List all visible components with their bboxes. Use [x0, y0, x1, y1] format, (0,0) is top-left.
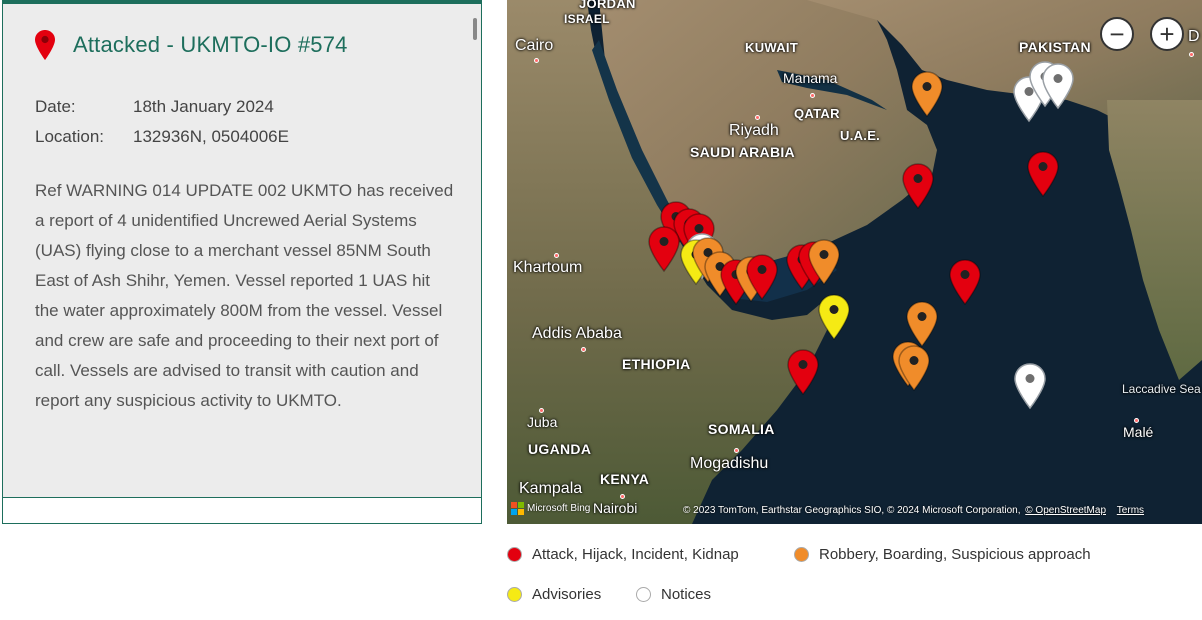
city-dot-addis-ababa — [581, 347, 586, 352]
incident-meta: Date: 18th January 2024 Location: 132936… — [35, 92, 289, 152]
legend-advisories-swatch — [507, 587, 522, 602]
city-dot-mogadishu — [734, 448, 739, 453]
location-label: Location: — [35, 127, 104, 146]
incident-card: Attacked - UKMTO-IO #574 Date: 18th Janu… — [2, 0, 482, 524]
city-dot-juba — [539, 408, 544, 413]
incident-marker-robbery[interactable] — [910, 70, 944, 118]
legend-attack-swatch — [507, 547, 522, 562]
label-somalia: SOMALIA — [708, 421, 775, 437]
label-addis-ababa: Addis Ababa — [532, 325, 622, 342]
location-pin-icon — [35, 30, 55, 60]
legend-advisories-label: Advisories — [532, 586, 602, 603]
label-riyadh: Riyadh — [729, 122, 779, 139]
attribution-text: © 2023 TomTom, Earthstar Geographics SIO… — [683, 505, 1021, 516]
microsoft-logo-icon — [511, 502, 524, 515]
incident-marker-attack[interactable] — [948, 258, 982, 306]
legend-attack[interactable]: Attack, Hijack, Incident, Kidnap — [507, 546, 739, 563]
city-dot-manama — [810, 93, 815, 98]
city-dot-khartoum — [554, 253, 559, 258]
label-juba: Juba — [527, 414, 558, 430]
label-jordan: JORDAN — [579, 0, 636, 11]
incident-marker-attack[interactable] — [745, 253, 779, 301]
scrollbar-thumb[interactable] — [473, 18, 477, 40]
zoom-out-button[interactable]: − — [1100, 17, 1134, 51]
legend-robbery-label: Robbery, Boarding, Suspicious approach — [819, 546, 1091, 563]
label-pakistan: PAKISTAN — [1019, 39, 1091, 55]
date-label: Date: — [35, 97, 76, 116]
bing-label: Microsoft Bing — [527, 503, 591, 514]
date-row: Date: 18th January 2024 — [35, 92, 289, 122]
legend-notices-label: Notices — [661, 586, 712, 603]
city-dot-riyadh — [755, 115, 760, 120]
label-kuwait: KUWAIT — [745, 40, 799, 55]
label-ethiopia: ETHIOPIA — [622, 356, 691, 372]
label-mogadishu: Mogadishu — [690, 455, 769, 472]
label-uganda: UGANDA — [528, 441, 592, 457]
incident-marker-robbery[interactable] — [897, 344, 931, 392]
label-manama: Manama — [783, 70, 838, 86]
city-dot-edge — [1189, 52, 1194, 57]
label-edge-d: D — [1188, 28, 1200, 45]
label-uae: U.A.E. — [840, 128, 881, 143]
card-header: Attacked - UKMTO-IO #574 — [35, 30, 348, 60]
incident-marker-notice[interactable] — [1013, 362, 1047, 410]
location-row: Location: 132936N, 0504006E — [35, 122, 289, 152]
label-cairo: Cairo — [515, 37, 554, 54]
location-value: 132936N, 0504006E — [133, 127, 289, 146]
label-male: Malé — [1123, 424, 1154, 440]
label-nairobi: Nairobi — [593, 500, 638, 516]
legend-attack-label: Attack, Hijack, Incident, Kidnap — [532, 546, 739, 563]
city-dot-nairobi — [620, 494, 625, 499]
city-dot-cairo — [534, 58, 539, 63]
date-value: 18th January 2024 — [133, 97, 274, 116]
map-base — [507, 0, 1202, 524]
incident-marker-attack[interactable] — [901, 162, 935, 210]
legend-robbery[interactable]: Robbery, Boarding, Suspicious approach — [794, 546, 1091, 563]
map-attribution: © 2023 TomTom, Earthstar Geographics SIO… — [683, 505, 1144, 516]
legend-notices[interactable]: Notices — [636, 586, 711, 603]
incident-marker-attack[interactable] — [647, 225, 681, 273]
label-israel: ISRAEL — [564, 12, 610, 26]
terms-link[interactable]: Terms — [1117, 505, 1144, 516]
incident-card-body: Attacked - UKMTO-IO #574 Date: 18th Janu… — [3, 4, 481, 498]
incident-marker-attack[interactable] — [786, 348, 820, 396]
legend-robbery-swatch — [794, 547, 809, 562]
incident-marker-robbery[interactable] — [807, 238, 841, 286]
bing-logo: Microsoft Bing — [511, 502, 590, 515]
label-khartoum: Khartoum — [513, 259, 583, 276]
incident-description: Ref WARNING 014 UPDATE 002 UKMTO has rec… — [35, 181, 454, 410]
label-laccadive-sea: Laccadive Sea — [1122, 382, 1201, 396]
incident-marker-advisory[interactable] — [817, 293, 851, 341]
incident-map[interactable]: JORDAN ISRAEL Cairo KUWAIT PAKISTAN Mana… — [507, 0, 1202, 524]
label-kampala: Kampala — [519, 480, 583, 497]
openstreetmap-link[interactable]: © OpenStreetMap — [1025, 505, 1106, 516]
zoom-in-button[interactable]: + — [1150, 17, 1184, 51]
legend-notices-swatch — [636, 587, 651, 602]
city-dot-male — [1134, 418, 1139, 423]
incident-marker-attack[interactable] — [1026, 150, 1060, 198]
incident-marker-notice[interactable] — [1041, 62, 1075, 110]
label-kenya: KENYA — [600, 471, 650, 487]
incident-title: Attacked - UKMTO-IO #574 — [73, 32, 348, 57]
legend-advisories[interactable]: Advisories — [507, 586, 601, 603]
label-saudi-arabia: SAUDI ARABIA — [690, 144, 795, 160]
label-qatar: QATAR — [794, 106, 840, 121]
